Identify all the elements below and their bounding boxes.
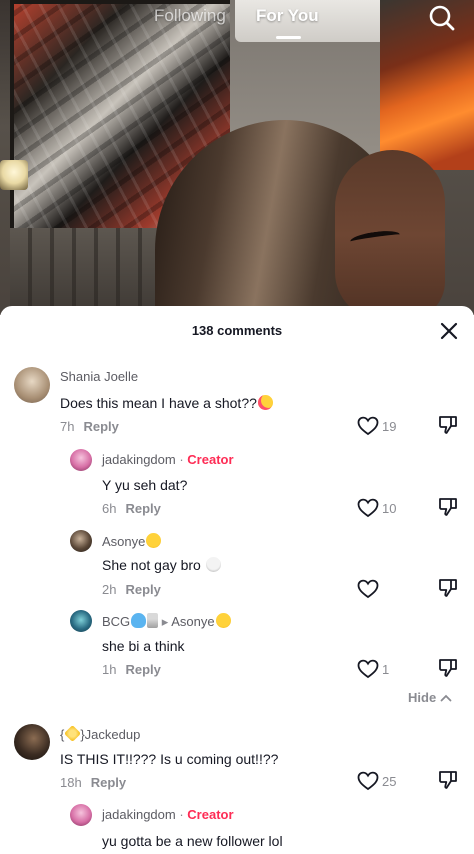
lamp xyxy=(0,160,28,190)
reply-arrow-icon: ▸ xyxy=(161,614,172,629)
heart-icon xyxy=(357,771,379,791)
creator-badge: Creator xyxy=(187,452,234,467)
dislike-icon[interactable] xyxy=(437,414,459,436)
comment-username[interactable]: jadakingdom xyxy=(102,452,176,467)
comment-username[interactable]: Shania Joelle xyxy=(60,369,138,384)
hide-replies-label: Hide xyxy=(408,690,437,705)
comments-panel: 138 comments Shania Joelle Does this mea… xyxy=(0,306,474,854)
comment-username-line: jadakingdom · Creator xyxy=(102,452,234,467)
comment-meta: 7h Reply xyxy=(60,419,119,434)
dislike-icon[interactable] xyxy=(437,769,459,791)
like-button[interactable]: 25 xyxy=(357,771,396,791)
comment-meta: 2h Reply xyxy=(102,582,161,597)
comment-meta: 18h Reply xyxy=(60,775,126,790)
avatar[interactable] xyxy=(14,367,50,403)
comment-username-prefix: { xyxy=(60,727,65,742)
reply-button[interactable]: Reply xyxy=(125,662,160,677)
comment-count: 138 comments xyxy=(191,323,283,338)
comment-username-line: jadakingdom · Creator xyxy=(102,807,234,822)
comments-header: 138 comments xyxy=(0,306,474,356)
comment-text: Y yu seh dat? xyxy=(102,477,188,493)
weary-face-icon xyxy=(215,613,231,628)
active-tab-indicator xyxy=(276,36,301,39)
heart-icon xyxy=(357,659,379,679)
chevron-up-icon xyxy=(440,694,452,702)
tab-following[interactable]: Following xyxy=(154,6,226,26)
comment-username[interactable]: }Jackedup xyxy=(80,727,140,742)
weary-face-icon xyxy=(146,533,162,548)
close-icon[interactable] xyxy=(438,320,460,342)
avatar[interactable] xyxy=(14,724,50,760)
avatar[interactable] xyxy=(70,610,92,632)
creator-badge: Creator xyxy=(187,807,234,822)
smiling-face-with-hearts-icon xyxy=(257,395,273,410)
tab-for-you[interactable]: For You xyxy=(256,6,319,26)
cocktail-icon xyxy=(147,613,159,628)
reply-button[interactable]: Reply xyxy=(125,582,160,597)
star-icon xyxy=(64,725,82,742)
top-navigation: Following For You xyxy=(0,0,474,50)
comment-time: 1h xyxy=(102,662,117,677)
like-button[interactable]: 10 xyxy=(357,498,396,518)
comment-username-line: { }Jackedup xyxy=(60,725,140,742)
comment-text: yu gotta be a new follower lol xyxy=(102,833,283,849)
like-button[interactable] xyxy=(357,579,382,599)
comment-text-body: Does this mean I have a shot?? xyxy=(60,395,257,411)
heart-icon xyxy=(357,416,379,436)
comment-meta: 6h Reply xyxy=(102,501,161,516)
comment-text-body: She not gay bro xyxy=(102,557,201,573)
like-count: 25 xyxy=(382,773,397,789)
comment-username[interactable]: BCG xyxy=(102,614,130,629)
avatar[interactable] xyxy=(70,449,92,471)
blue-heart-icon xyxy=(131,613,147,628)
hide-replies-button[interactable]: Hide xyxy=(408,690,452,705)
comment-time: 18h xyxy=(60,775,82,790)
comment-text: Does this mean I have a shot?? xyxy=(60,395,273,411)
like-button[interactable]: 19 xyxy=(357,416,396,436)
comment-time: 7h xyxy=(60,419,75,434)
comment-meta: 1h Reply xyxy=(102,662,161,677)
comment-username-line: BCG ▸ Asonye xyxy=(102,613,231,630)
comment-text: she bi a think xyxy=(102,638,185,654)
like-count: 19 xyxy=(382,418,397,434)
comment-username[interactable]: jadakingdom xyxy=(102,807,176,822)
comment-username-line: Asonye xyxy=(102,533,162,549)
dislike-icon[interactable] xyxy=(437,577,459,599)
comment-time: 2h xyxy=(102,582,117,597)
heart-icon xyxy=(357,498,379,518)
reply-to-username[interactable]: Asonye xyxy=(171,614,214,629)
dislike-icon[interactable] xyxy=(437,657,459,679)
like-count: 10 xyxy=(382,500,397,516)
comment-time: 6h xyxy=(102,501,117,516)
reply-button[interactable]: Reply xyxy=(91,775,126,790)
like-count: 1 xyxy=(382,661,390,677)
avatar[interactable] xyxy=(70,530,92,552)
comment-text: IS THIS IT!!??? Is u coming out!!?? xyxy=(60,751,279,767)
reply-button[interactable]: Reply xyxy=(125,501,160,516)
search-icon[interactable] xyxy=(428,4,456,32)
dislike-icon[interactable] xyxy=(437,496,459,518)
reply-button[interactable]: Reply xyxy=(83,419,118,434)
comment-text: She not gay bro xyxy=(102,557,221,573)
like-button[interactable]: 1 xyxy=(357,659,389,679)
heart-icon xyxy=(357,579,379,599)
comment-username[interactable]: Asonye xyxy=(102,534,145,549)
skull-icon xyxy=(205,557,221,572)
avatar[interactable] xyxy=(70,804,92,826)
